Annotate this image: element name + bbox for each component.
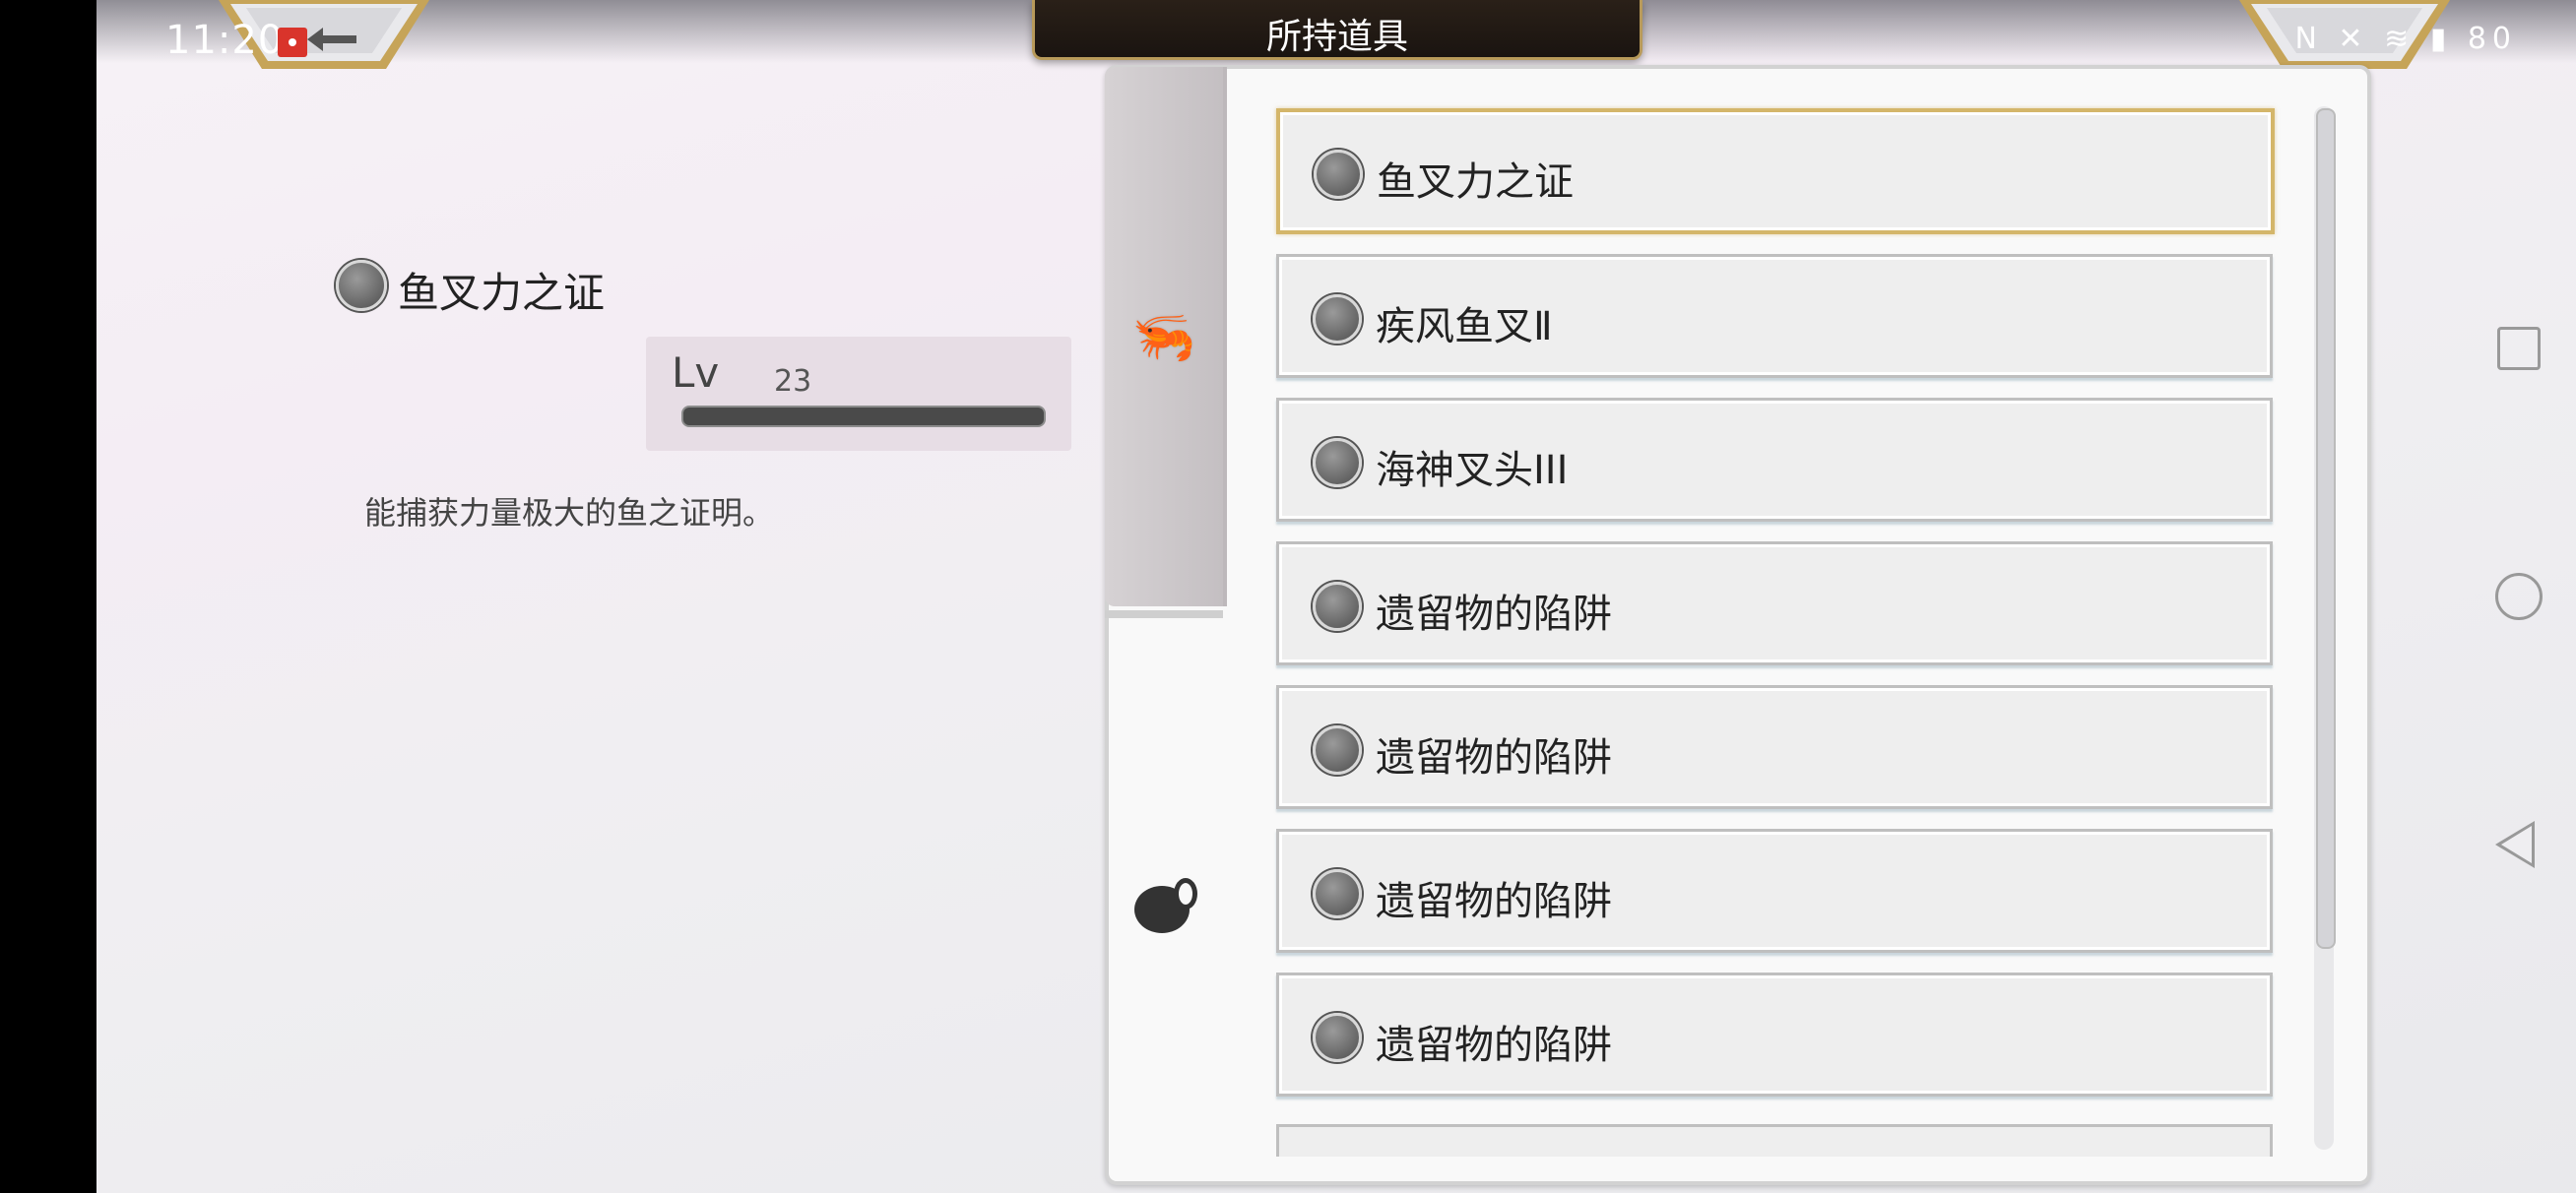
item-label: 遗留物的陷阱 [1376,735,1612,781]
certificate-icon [336,260,387,311]
pot-icon[interactable] [1128,870,1203,939]
level-label: Lv [672,348,720,397]
item-label: 遗留物的陷阱 [1376,592,1612,637]
item-label: 海神叉头III [1376,448,1569,493]
tab-divider [1105,610,1223,618]
trident-icon [1313,294,1362,344]
home-icon[interactable] [2495,573,2543,620]
shrimp-icon: 🦐 [1131,308,1196,367]
back-icon[interactable] [2495,821,2535,868]
status-icons: N ✕ ≋ ▮ 80 [2294,22,2517,56]
list-item[interactable]: 遗留物的陷阱 [1276,685,2273,809]
item-label: 鱼叉力之证 [1377,159,1574,205]
list-item[interactable]: 鱼叉力之证 [1276,108,2275,234]
item-label: 疾风鱼叉Ⅱ [1376,304,1553,349]
item-label: 遗留物的陷阱 [1376,1023,1612,1068]
trap-pot-icon [1313,1013,1362,1062]
status-time: 11:20 [165,18,285,63]
title-plate: 所持道具 [1032,0,1642,60]
list-item[interactable]: 遗留物的陷阱 [1276,973,2273,1097]
list-item[interactable]: 疾风鱼叉Ⅱ [1276,254,2273,378]
level-progress-bar [681,406,1046,427]
list-item[interactable]: 海神叉头III [1276,398,2273,522]
item-label: 遗留物的陷阱 [1376,879,1612,924]
trident-head-icon [1313,438,1362,487]
item-description: 能捕获力量极大的鱼之证明。 [364,494,775,532]
list-item[interactable]: 遗留物的陷阱 [1276,541,2273,665]
scrollbar-thumb[interactable] [2316,108,2336,949]
detail-item-name: 鱼叉力之证 [398,269,606,317]
recents-icon[interactable] [2497,327,2541,370]
level-box: Lv 23 [646,337,1071,451]
list-item[interactable]: 遗留物的陷阱 [1276,829,2273,953]
trap-pot-icon [1313,582,1362,631]
trap-pot-icon [1313,725,1362,775]
back-arrow-icon[interactable] [307,26,356,53]
screen-record-icon [278,28,307,57]
list-item-partial[interactable] [1276,1124,2273,1157]
page-title: 所持道具 [1265,17,1408,57]
trap-pot-icon [1313,869,1362,918]
certificate-icon [1314,150,1363,199]
level-value: 23 [774,364,812,399]
